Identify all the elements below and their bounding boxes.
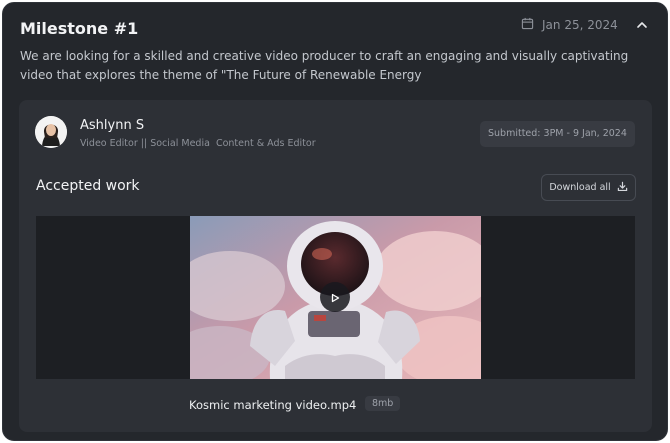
download-all-button[interactable]: Download all — [541, 174, 636, 201]
milestone-date: Jan 25, 2024 — [521, 17, 618, 33]
calendar-icon — [521, 17, 534, 33]
milestone-card: Milestone #1 Jan 25, 2024 We are looking… — [2, 2, 668, 441]
submitter-role: Video Editor || Social Media Content & A… — [80, 138, 316, 149]
file-name: Kosmic marketing video.mp4 — [189, 398, 357, 412]
video-thumbnail[interactable] — [190, 216, 481, 379]
file-size-badge: 8mb — [365, 396, 401, 411]
submission-panel: Ashlynn S Video Editor || Social Media C… — [19, 100, 652, 432]
chevron-up-icon[interactable] — [635, 17, 649, 31]
play-icon — [330, 288, 340, 307]
play-button[interactable] — [320, 282, 350, 312]
download-icon — [617, 181, 628, 195]
video-player — [36, 216, 635, 379]
submitter-name: Ashlynn S — [80, 118, 145, 133]
submitted-badge: Submitted: 3PM - 9 Jan, 2024 — [480, 121, 635, 147]
download-label: Download all — [549, 182, 611, 193]
avatar — [35, 116, 67, 148]
accepted-work-heading: Accepted work — [36, 178, 140, 194]
milestone-description: We are looking for a skilled and creativ… — [20, 49, 629, 82]
milestone-title: Milestone #1 — [20, 19, 139, 38]
date-label: Jan 25, 2024 — [542, 18, 618, 32]
